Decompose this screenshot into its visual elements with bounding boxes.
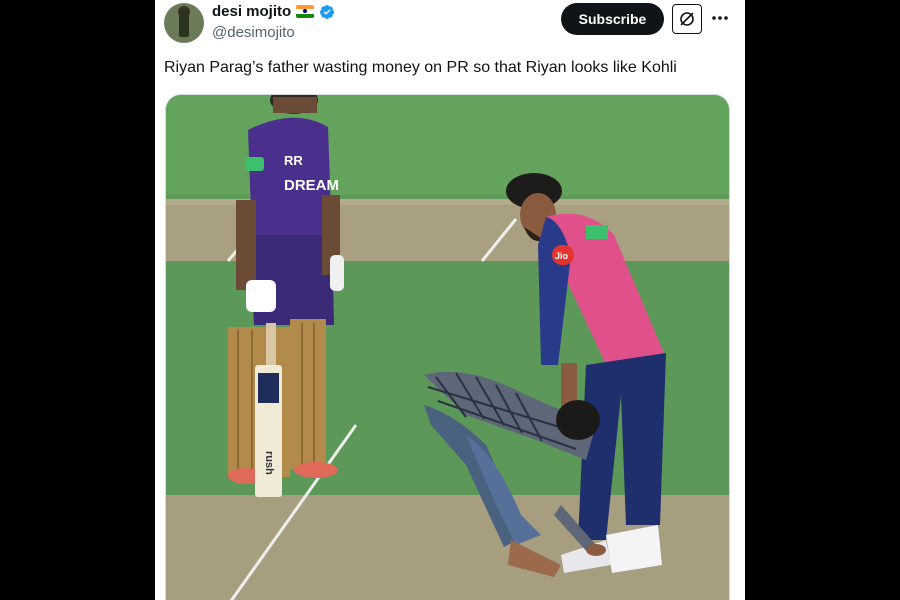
jersey-logo-left: RR	[284, 153, 303, 168]
india-flag-icon	[296, 5, 315, 18]
jersey-text-left: DREAM	[284, 177, 339, 194]
grok-icon[interactable]	[672, 4, 702, 34]
tweet-text: Riyan Parag’s father wasting money on PR…	[164, 59, 677, 76]
author-name-row: desi mojito	[212, 3, 335, 20]
author-handle[interactable]: @desimojito	[212, 24, 295, 41]
subscribe-button[interactable]: Subscribe	[561, 3, 664, 35]
verified-badge-icon[interactable]	[319, 4, 335, 20]
avatar[interactable]	[164, 3, 204, 43]
bat-text: rush	[263, 451, 275, 475]
more-options-icon[interactable]	[708, 6, 732, 30]
tweet-card: desi mojito @desimojito Subscribe Riyan …	[155, 0, 745, 600]
jersey-badge: Jio	[555, 251, 569, 261]
author-display-name[interactable]: desi mojito	[212, 3, 291, 20]
tweet-photo[interactable]: RR DREAM rush Jio	[165, 94, 730, 600]
